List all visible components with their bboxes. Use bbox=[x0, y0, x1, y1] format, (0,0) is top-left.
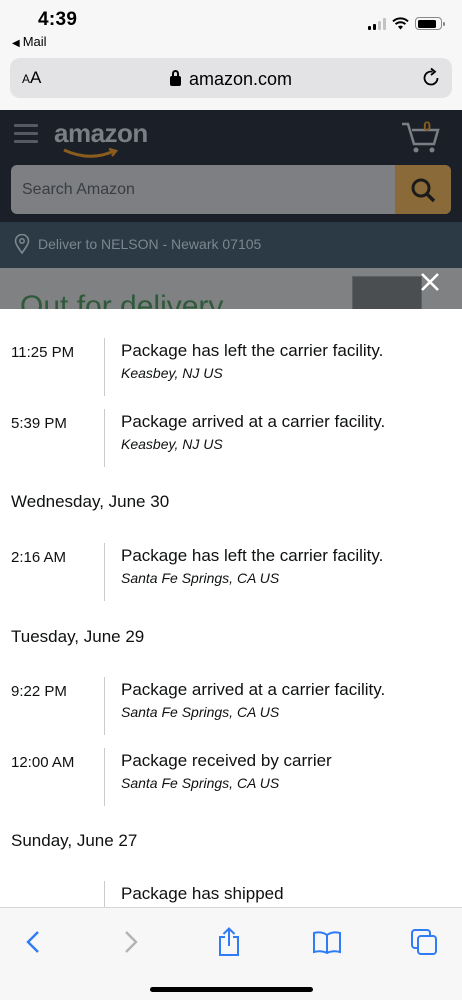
timeline-divider bbox=[104, 748, 105, 806]
event-location: Keasbey, NJ US bbox=[121, 365, 223, 381]
package-photo bbox=[352, 276, 422, 309]
tracking-page-behind: Out for delivery bbox=[0, 268, 462, 309]
battery-icon bbox=[415, 17, 445, 30]
tracking-event: 9:22 PM Package arrived at a carrier faci… bbox=[0, 677, 462, 735]
event-location: Santa Fe Springs, CA US bbox=[121, 775, 280, 791]
deliver-to-label: Deliver to NELSON - Newark 07105 bbox=[38, 236, 262, 252]
tracking-event: Package has shipped bbox=[0, 881, 462, 907]
status-time: 4:39 bbox=[38, 9, 78, 30]
deliver-to-bar[interactable]: Deliver to NELSON - Newark 07105 bbox=[0, 222, 462, 268]
back-triangle-icon: ◀ bbox=[12, 38, 20, 49]
search-icon bbox=[411, 178, 436, 202]
search-button[interactable] bbox=[395, 165, 451, 214]
event-location: Keasbey, NJ US bbox=[121, 436, 223, 452]
event-description: Package has shipped bbox=[121, 884, 284, 903]
menu-icon[interactable] bbox=[14, 124, 38, 148]
tracking-event: 11:25 PM Package has left the carrier fac… bbox=[0, 338, 462, 396]
forward-button[interactable] bbox=[113, 924, 149, 960]
event-description: Package has left the carrier facility. bbox=[121, 341, 384, 360]
back-app-label: Mail bbox=[22, 34, 47, 49]
event-location: Santa Fe Springs, CA US bbox=[121, 570, 280, 586]
url-domain[interactable]: amazon.com bbox=[10, 69, 452, 90]
back-to-mail-link[interactable]: ◀ Mail bbox=[12, 34, 47, 49]
tracking-event: 12:00 AM Package received by carrier Santa… bbox=[0, 748, 462, 806]
event-description: Package arrived at a carrier facility. bbox=[121, 680, 386, 699]
tracking-event: 2:16 AM Package has left the carrier faci… bbox=[0, 543, 462, 601]
search-input[interactable] bbox=[11, 165, 395, 214]
tabs-button[interactable] bbox=[406, 924, 442, 960]
tracking-details-modal: 11:25 PM Package has left the carrier fac… bbox=[0, 309, 462, 907]
lock-icon bbox=[169, 70, 181, 86]
browser-toolbar bbox=[0, 907, 462, 1000]
event-description: Package received by carrier bbox=[121, 751, 332, 770]
chevron-right-icon bbox=[125, 931, 138, 953]
cart-count: 0 bbox=[423, 118, 431, 134]
chevron-left-icon bbox=[26, 931, 39, 953]
date-heading: Tuesday, June 29 bbox=[11, 627, 145, 646]
timeline-divider bbox=[104, 338, 105, 396]
timeline-divider bbox=[104, 543, 105, 601]
amazon-header: amazon 0 Deliver to NELSON - Newark 0710… bbox=[0, 110, 462, 268]
event-location: Santa Fe Springs, CA US bbox=[121, 704, 280, 720]
location-pin-icon bbox=[14, 234, 30, 254]
close-icon bbox=[421, 273, 439, 291]
date-heading: Sunday, June 27 bbox=[11, 831, 138, 850]
domain-label: amazon.com bbox=[188, 69, 293, 89]
cart-icon[interactable] bbox=[400, 118, 442, 154]
browser-address-area: AA amazon.com bbox=[0, 54, 462, 110]
search-box bbox=[11, 165, 451, 214]
timeline-divider bbox=[104, 409, 105, 467]
timeline-divider bbox=[104, 677, 105, 735]
tabs-icon bbox=[411, 929, 437, 955]
status-bar: 4:39 ◀ Mail bbox=[0, 0, 462, 54]
event-time: 9:22 PM bbox=[11, 683, 67, 700]
event-description: Package has left the carrier facility. bbox=[121, 546, 384, 565]
event-time: 11:25 PM bbox=[11, 344, 75, 361]
event-time: 5:39 PM bbox=[11, 415, 67, 432]
share-button[interactable] bbox=[211, 924, 247, 960]
tracking-event: 5:39 PM Package arrived at a carrier faci… bbox=[0, 409, 462, 467]
cellular-signal-icon bbox=[368, 17, 386, 30]
amazon-smile-icon bbox=[63, 148, 119, 158]
wifi-icon bbox=[392, 17, 409, 30]
bookmarks-button[interactable] bbox=[309, 924, 345, 960]
bookmarks-icon bbox=[313, 931, 341, 954]
back-button[interactable] bbox=[15, 924, 51, 960]
event-time: 2:16 AM bbox=[11, 549, 67, 566]
url-bar[interactable]: AA amazon.com bbox=[10, 58, 452, 98]
reload-icon[interactable] bbox=[420, 67, 442, 89]
home-indicator[interactable] bbox=[150, 987, 313, 992]
date-heading: Wednesday, June 30 bbox=[11, 492, 170, 511]
close-modal-button[interactable] bbox=[416, 268, 444, 296]
amazon-logo[interactable]: amazon bbox=[54, 118, 148, 149]
timeline-divider bbox=[104, 881, 105, 907]
status-icons bbox=[368, 17, 445, 30]
share-icon bbox=[219, 927, 239, 956]
event-time: 12:00 AM bbox=[11, 754, 75, 771]
event-description: Package arrived at a carrier facility. bbox=[121, 412, 386, 431]
delivery-status-title: Out for delivery bbox=[20, 290, 224, 309]
